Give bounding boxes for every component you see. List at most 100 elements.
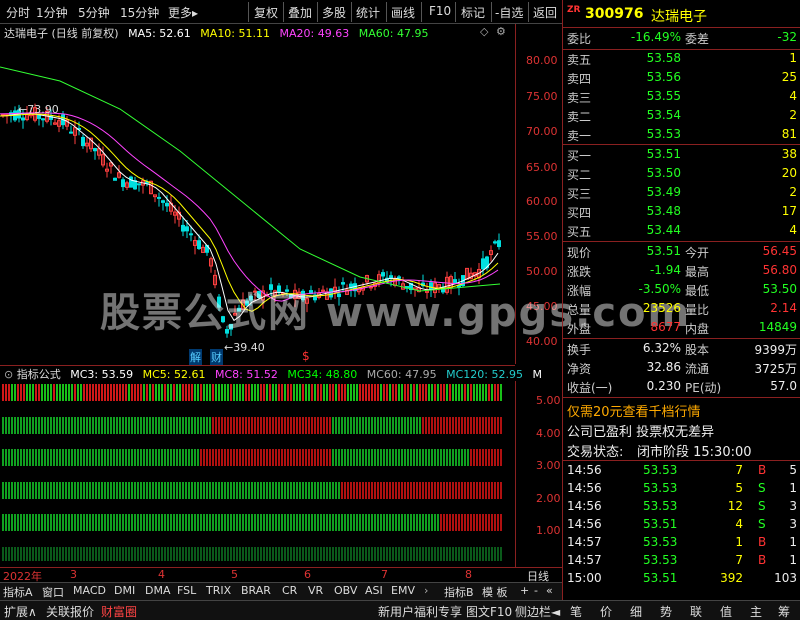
indicator-bar	[5, 547, 7, 561]
wealth-circle-button[interactable]: 财富圈	[101, 603, 137, 620]
tab-more[interactable]: 更多▸	[168, 4, 198, 21]
indicator-bar	[392, 482, 394, 499]
tab-asi[interactable]: ASI	[365, 584, 383, 597]
indicator-bar	[461, 384, 463, 401]
tab-5min[interactable]: 5分钟	[78, 4, 110, 21]
nav-zhu[interactable]: 主	[750, 603, 762, 620]
indicator-bar	[17, 547, 19, 561]
dollar-marker[interactable]: $	[302, 349, 310, 363]
tab-fsl[interactable]: FSL	[177, 584, 196, 597]
tab-trix[interactable]: TRIX	[206, 584, 231, 597]
tab-dmi[interactable]: DMI	[114, 584, 135, 597]
tab-1min[interactable]: 1分钟	[36, 4, 68, 21]
tab-15min[interactable]: 15分钟	[120, 4, 159, 21]
nav-bi[interactable]: 笔	[570, 603, 582, 620]
indicator-bar	[434, 417, 436, 434]
indicator-bar	[461, 547, 463, 561]
settings-icon[interactable]: ⚙	[496, 25, 506, 38]
indicator-bar	[53, 384, 55, 401]
nav-jia[interactable]: 价	[600, 603, 612, 620]
indicator-bar	[374, 417, 376, 434]
nav-lian[interactable]: 联	[690, 603, 702, 620]
indicator-bar	[65, 417, 67, 434]
indicator-bar	[332, 384, 334, 401]
tab-next-icon[interactable]: ›	[424, 584, 428, 597]
tab-window[interactable]: 窗口	[42, 584, 64, 600]
indicator-bar	[146, 547, 148, 561]
sell-level[interactable]: 卖三 53.55 4	[563, 89, 800, 107]
indicator-bar	[257, 417, 259, 434]
indicator-bar	[227, 384, 229, 401]
trade-status: 闭市阶段 15:30:00	[637, 445, 752, 460]
sell-level[interactable]: 卖二 53.54 2	[563, 108, 800, 126]
tab-dma[interactable]: DMA	[145, 584, 171, 597]
indicator-bar	[347, 514, 349, 531]
indicator-bar	[161, 514, 163, 531]
indicator-bar	[170, 482, 172, 499]
indicator-bar	[446, 384, 448, 401]
indicator-bar	[368, 449, 370, 466]
nav-zhi[interactable]: 值	[720, 603, 732, 620]
zixuan-button[interactable]: -自选	[495, 4, 523, 21]
collapse-icon[interactable]: «	[546, 584, 553, 597]
diamond-icon[interactable]: ◇	[480, 25, 488, 38]
tab-fenshi[interactable]: 分时	[6, 4, 30, 21]
indicator-bar	[284, 547, 286, 561]
buy-level[interactable]: 买四 53.48 17	[563, 204, 800, 222]
tab-zhibiao-b[interactable]: 指标B	[444, 584, 474, 600]
promo-row[interactable]: 仅需20元查看千档行情	[563, 401, 800, 420]
cai-marker[interactable]: 财	[210, 349, 223, 365]
fuquan-button[interactable]: 复权	[254, 4, 278, 21]
tab-emv[interactable]: EMV	[391, 584, 415, 597]
y-tick: 55.00	[526, 230, 558, 243]
nav-chou[interactable]: 筹	[778, 603, 790, 620]
tab-cr[interactable]: CR	[282, 584, 297, 597]
indicator-bar	[143, 482, 145, 499]
minus-icon[interactable]: -	[534, 584, 538, 597]
tab-brar[interactable]: BRAR	[241, 584, 271, 597]
sidebar-button[interactable]: 侧边栏◄	[515, 603, 560, 620]
indicator-bar	[26, 514, 28, 531]
buy-level[interactable]: 买一 53.51 38	[563, 147, 800, 165]
nav-xi[interactable]: 细	[630, 603, 642, 620]
tongji-button[interactable]: 统计	[356, 4, 380, 21]
duogu-button[interactable]: 多股	[322, 4, 346, 21]
buy-level[interactable]: 买五 53.44 4	[563, 223, 800, 241]
date-tick: 6	[304, 568, 311, 581]
new-user-button[interactable]: 新用户福利专享	[378, 603, 462, 620]
jie-marker[interactable]: 解	[189, 349, 202, 365]
buy-level[interactable]: 买三 53.49 2	[563, 185, 800, 203]
tab-obv[interactable]: OBV	[334, 584, 357, 597]
tab-template[interactable]: 模 板	[482, 584, 508, 600]
add-icon[interactable]: +	[520, 584, 529, 597]
tab-macd[interactable]: MACD	[73, 584, 106, 597]
indicator-bar	[395, 384, 397, 401]
indicator-bar	[377, 514, 379, 531]
indicator-bar	[197, 482, 199, 499]
indicator-bar	[413, 482, 415, 499]
sell-level[interactable]: 卖一 53.53 81	[563, 127, 800, 145]
biaoji-button[interactable]: 标记	[461, 4, 485, 21]
f10-button[interactable]: F10	[429, 4, 451, 18]
sell-level[interactable]: 卖四 53.56 25	[563, 70, 800, 88]
back-button[interactable]: 返回	[533, 4, 557, 21]
indicator-bar	[158, 449, 160, 466]
f10-text-button[interactable]: 图文F10	[466, 603, 512, 620]
diejia-button[interactable]: 叠加	[288, 4, 312, 21]
indicator-chart[interactable]	[0, 381, 515, 567]
tab-zhibiao-a[interactable]: 指标A	[3, 584, 33, 600]
indicator-bar	[104, 547, 106, 561]
indicator-menu-icon[interactable]: ⊙	[4, 368, 13, 381]
promo-text[interactable]: 仅需20元查看千档行情	[567, 401, 701, 420]
expand-button[interactable]: 扩展∧	[4, 603, 37, 620]
indicator-bar	[98, 547, 100, 561]
tab-vr[interactable]: VR	[308, 584, 323, 597]
indicator-bar	[431, 514, 433, 531]
buy-level[interactable]: 买二 53.50 20	[563, 166, 800, 184]
related-quotes-button[interactable]: 关联报价	[46, 603, 94, 620]
status-row: 交易状态: 闭市阶段 15:30:00	[563, 441, 800, 460]
indicator-bar	[191, 482, 193, 499]
sell-level[interactable]: 卖五 53.58 1	[563, 51, 800, 69]
nav-shi[interactable]: 势	[660, 603, 672, 620]
huaxian-button[interactable]: 画线	[391, 4, 415, 21]
